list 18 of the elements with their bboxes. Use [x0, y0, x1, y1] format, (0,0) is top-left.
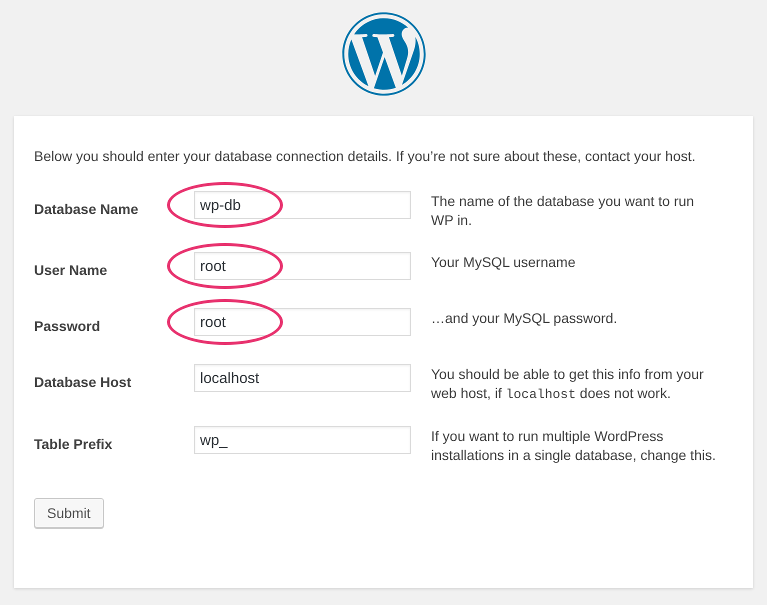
intro-text: Below you should enter your database connection details. If you’re not sure about these, contact your host. — [34, 147, 697, 166]
text-field[interactable]: root — [194, 252, 411, 280]
field-description: …and your MySQL password. — [431, 309, 618, 328]
text-field[interactable]: wp-db — [194, 191, 411, 219]
text-field[interactable]: localhost — [194, 364, 411, 392]
field-label: Table Prefix — [34, 435, 114, 454]
field-description: Your MySQL username — [431, 253, 576, 272]
field-label: User Name — [34, 261, 108, 280]
field-label: Database Name — [34, 200, 140, 219]
field-label: Database Host — [34, 373, 132, 392]
field-description: If you want to run multiple WordPress installations in a single database, change this. — [431, 427, 716, 465]
field-label: Password — [34, 317, 102, 336]
text-field[interactable]: wp_ — [194, 426, 411, 454]
field-description: You should be able to get this info from your web host, if localhost does not work. — [431, 365, 705, 404]
submit-button[interactable]: Submit — [34, 498, 104, 528]
field-description: The name of the database you want to run WP in. — [431, 192, 696, 230]
wordpress-logo-icon — [340, 11, 426, 97]
text-field[interactable]: root — [194, 308, 411, 336]
